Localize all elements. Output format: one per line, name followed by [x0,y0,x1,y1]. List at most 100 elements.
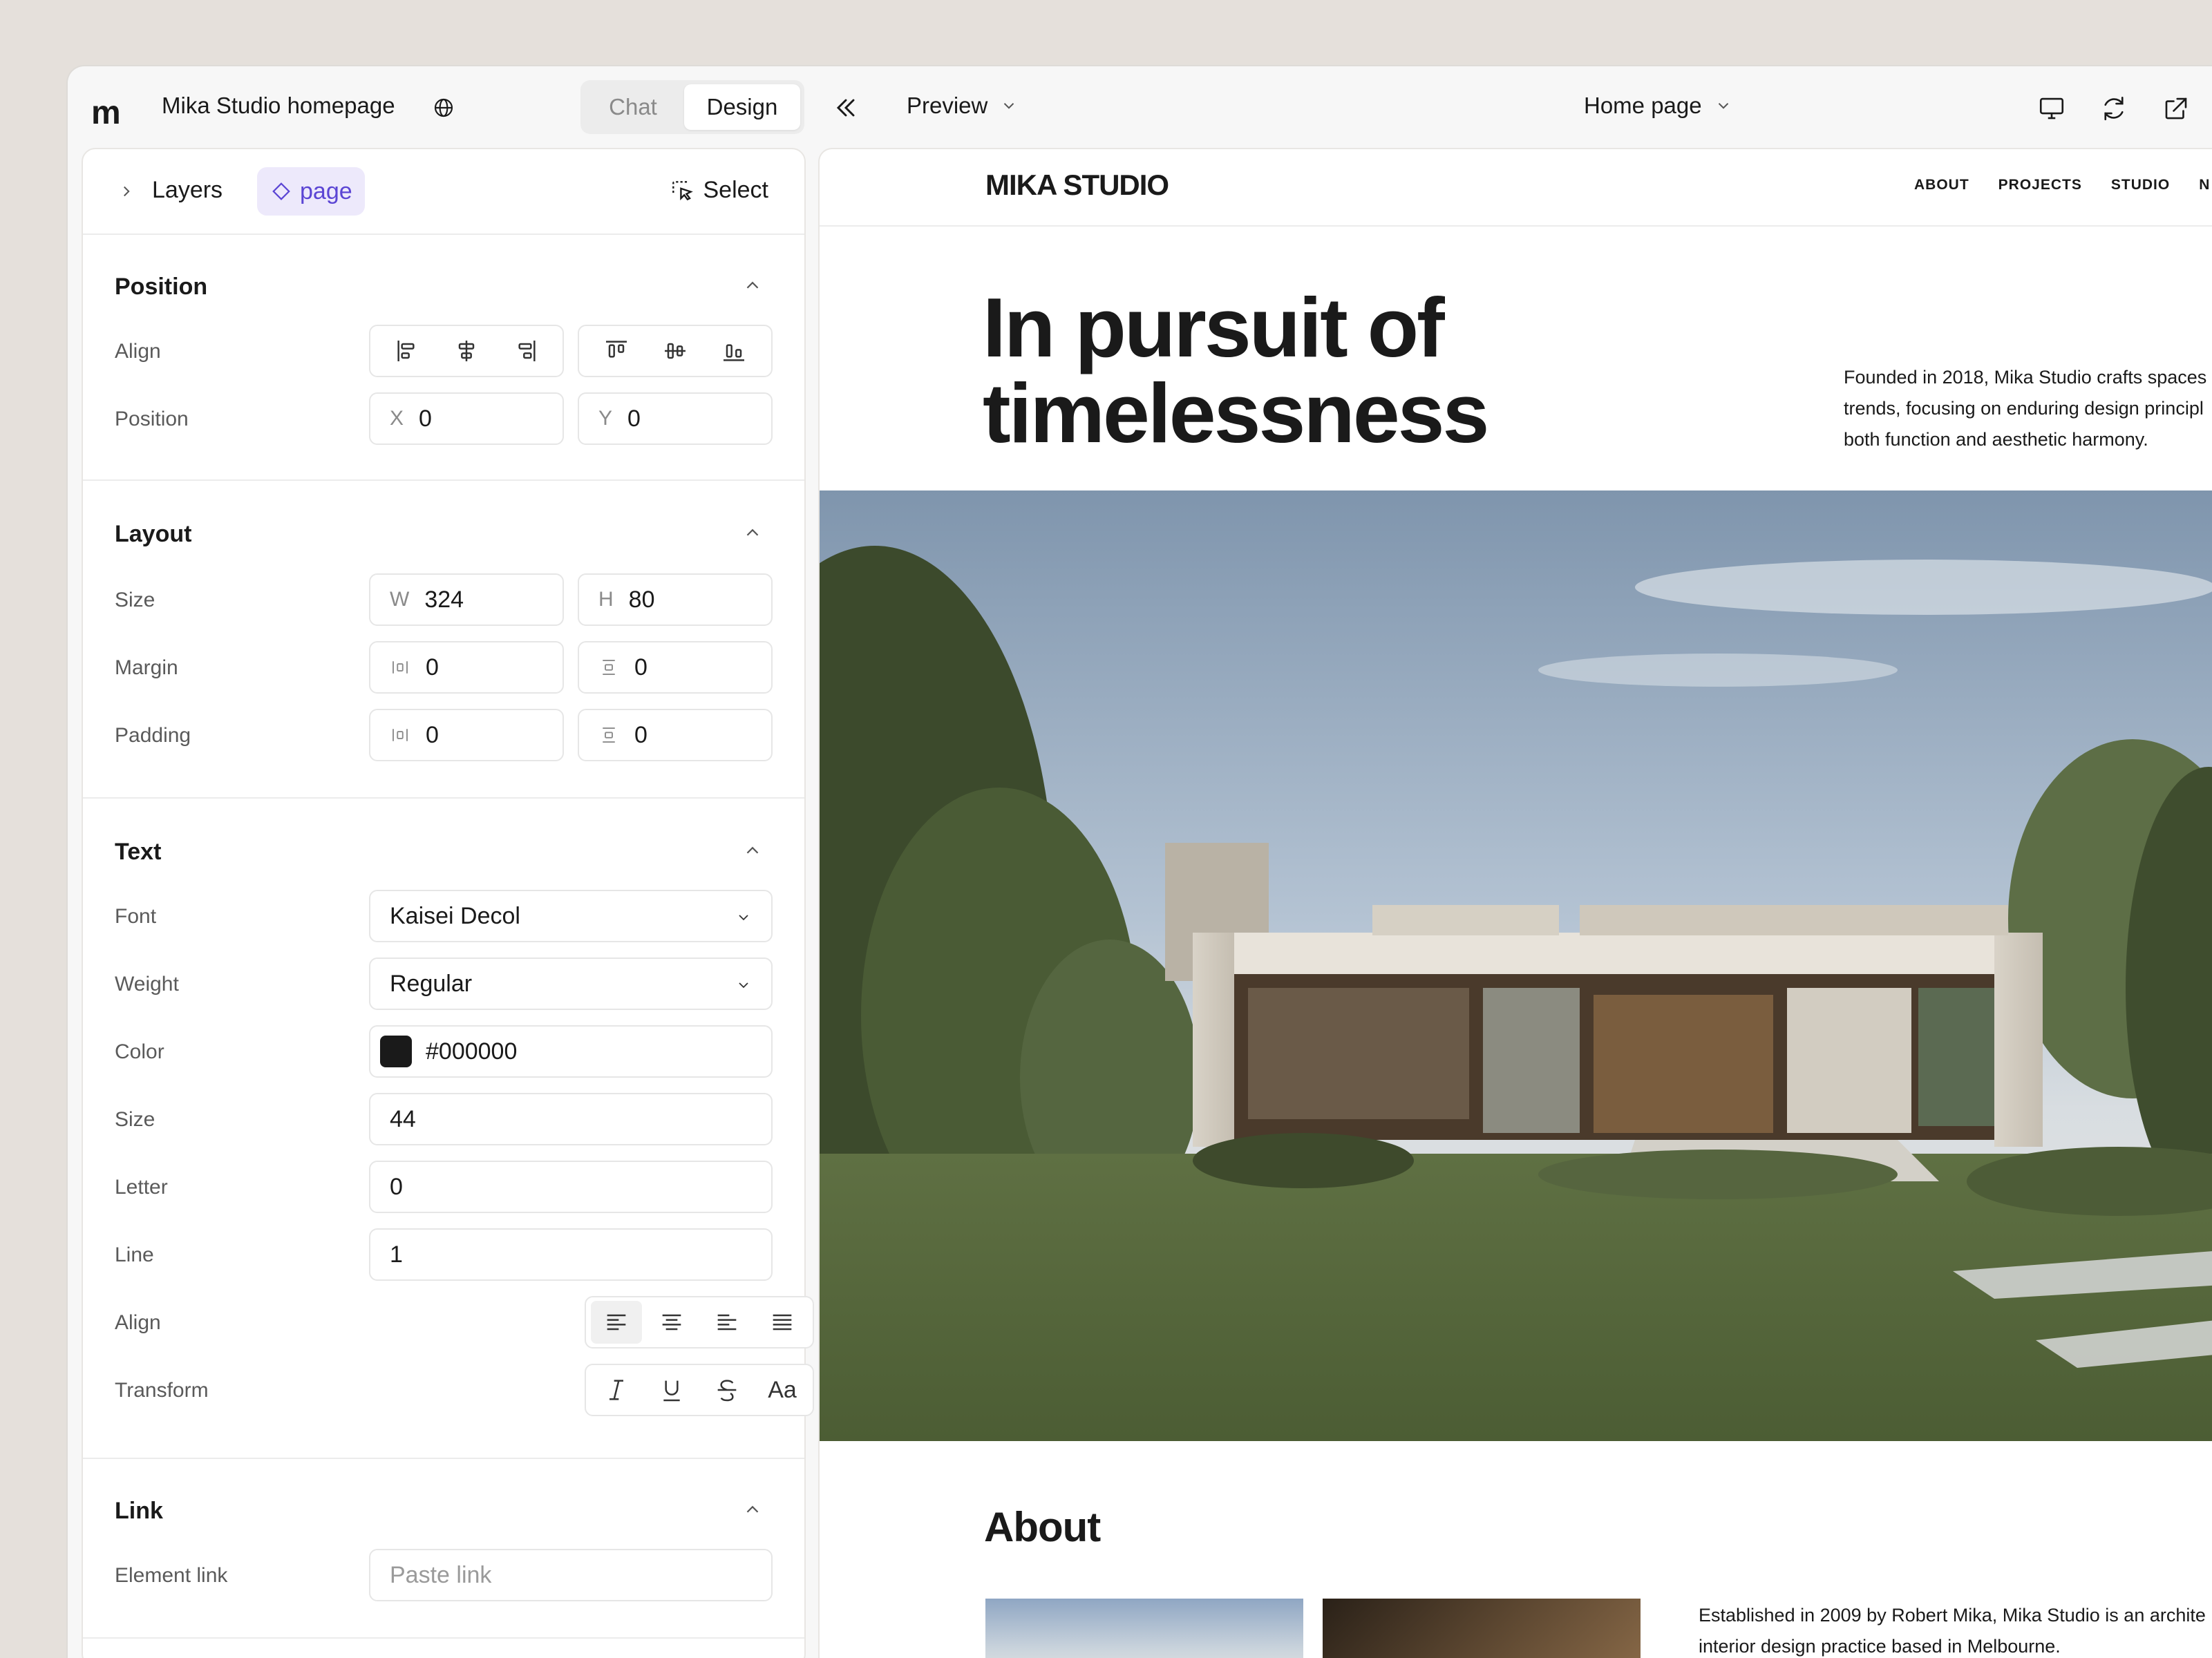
site-nav-links: ABOUT PROJECTS STUDIO N [1914,177,2210,193]
line-height-value: 1 [390,1241,403,1268]
hero-description[interactable]: Founded in 2018, Mika Studio crafts spac… [1844,362,2212,455]
font-label: Font [115,905,157,928]
about-description[interactable]: Established in 2009 by Robert Mika, Mika… [1699,1600,2206,1658]
strikethrough-button[interactable] [701,1369,753,1411]
text-justify-button[interactable] [757,1301,808,1344]
align-right-button[interactable] [500,330,551,372]
element-link-input[interactable]: Paste link [369,1549,773,1601]
project-title[interactable]: Mika Studio homepage [162,93,395,119]
italic-button[interactable] [591,1369,642,1411]
transform-label: Transform [115,1379,209,1402]
site-nav-projects[interactable]: PROJECTS [1998,177,2082,193]
weight-select[interactable]: Regular [369,957,773,1010]
about-image-1[interactable] [985,1599,1303,1658]
refresh-icon[interactable] [2099,94,2128,123]
align-center-h-button[interactable] [441,330,492,372]
color-input[interactable]: #000000 [369,1025,773,1078]
chevron-up-icon[interactable] [742,840,763,861]
select-button[interactable]: Select [669,177,768,204]
weight-value: Regular [390,970,473,997]
external-link-icon[interactable] [2162,94,2191,123]
y-position-input[interactable]: Y 0 [578,392,773,445]
position-title: Position [115,274,208,300]
chevron-up-icon[interactable] [742,275,763,296]
align-middle-button[interactable] [650,330,701,372]
margin-label: Margin [115,656,178,679]
align-left-button[interactable] [382,330,433,372]
case-button[interactable]: Aa [757,1369,808,1411]
text-align-right-button[interactable] [701,1301,753,1344]
panel-header: Layers page Select [83,149,804,235]
site-nav-about[interactable]: ABOUT [1914,177,1969,193]
chevron-up-icon[interactable] [742,522,763,543]
font-select[interactable]: Kaisei Decol [369,890,773,942]
x-position-input[interactable]: X 0 [369,392,564,445]
size-label: Size [115,589,155,611]
chevron-right-icon[interactable] [117,182,135,200]
width-input[interactable]: W 324 [369,573,564,626]
site-nav-more[interactable]: N [2199,177,2210,193]
letter-spacing-input[interactable]: 0 [369,1161,773,1213]
height-input[interactable]: H 80 [578,573,773,626]
text-justify-icon [773,1314,792,1331]
line-height-label: Line [115,1244,154,1266]
align-middle-icon [664,343,686,359]
desktop-icon[interactable] [2037,94,2066,123]
about-description-line-1: Established in 2009 by Robert Mika, Mika… [1699,1605,2206,1626]
underline-button[interactable] [646,1369,697,1411]
preview-dropdown[interactable]: Preview [907,93,1018,119]
align-label: Align [115,340,161,363]
text-align-left-button[interactable] [591,1301,642,1344]
app-logo[interactable]: m [91,94,121,132]
weight-label: Weight [115,973,179,995]
diamond-icon [272,182,290,200]
strikethrough-icon [717,1380,737,1402]
preview-label: Preview [907,93,988,118]
x-value: 0 [419,405,432,432]
element-link-label: Element link [115,1564,228,1587]
font-size-input[interactable]: 44 [369,1093,773,1145]
text-align-center-button[interactable] [646,1301,697,1344]
tab-design[interactable]: Design [684,84,800,130]
vertical-align-group [578,325,773,377]
design-panel: Layers page Select Position Align Positi… [82,148,814,1658]
tab-chat[interactable]: Chat [585,84,681,130]
align-bottom-button[interactable] [708,330,759,372]
h-prefix: H [598,588,614,611]
hero-house-image[interactable] [820,490,2212,1441]
color-value: #000000 [426,1038,518,1065]
position-label: Position [115,408,189,430]
page-chip-label: page [300,178,352,204]
text-section: Text Font Kaisei Decol Weight Regular Co… [83,799,814,1459]
about-title[interactable]: About [984,1503,1101,1551]
site-navbar: MIKA STUDIO ABOUT PROJECTS STUDIO N [820,149,2212,227]
chevron-up-icon[interactable] [742,1499,763,1520]
globe-icon[interactable] [433,97,455,119]
align-top-button[interactable] [591,330,642,372]
margin-horizontal-input[interactable]: 0 [369,641,564,694]
line-height-input[interactable]: 1 [369,1228,773,1281]
font-value: Kaisei Decol [390,902,520,929]
site-preview: MIKA STUDIO ABOUT PROJECTS STUDIO N In p… [818,148,2212,1658]
layers-label[interactable]: Layers [152,177,223,204]
margin-vertical-input[interactable]: 0 [578,641,773,694]
horizontal-spacing-icon [393,729,408,741]
padding-horizontal-input[interactable]: 0 [369,709,564,761]
x-prefix: X [390,407,404,430]
page-dropdown[interactable]: Home page [1584,93,1732,119]
about-image-2[interactable] [1323,1599,1641,1658]
site-logo[interactable]: MIKA STUDIO [985,169,1169,202]
collapse-panel-icon[interactable] [831,93,861,123]
color-swatch[interactable] [380,1036,412,1067]
cursor-select-icon [672,180,693,200]
hero-title-line-2: timelessness [983,366,1489,460]
padding-vertical-input[interactable]: 0 [578,709,773,761]
layout-title: Layout [115,521,192,547]
align-center-h-icon [458,341,475,361]
hero-title[interactable]: In pursuit of timelessness [983,285,1605,456]
page-selector-label: Home page [1584,93,1702,118]
link-title: Link [115,1498,163,1524]
text-align-left-icon [607,1314,626,1331]
site-nav-studio[interactable]: STUDIO [2111,177,2170,193]
selected-element-chip[interactable]: page [257,167,365,216]
